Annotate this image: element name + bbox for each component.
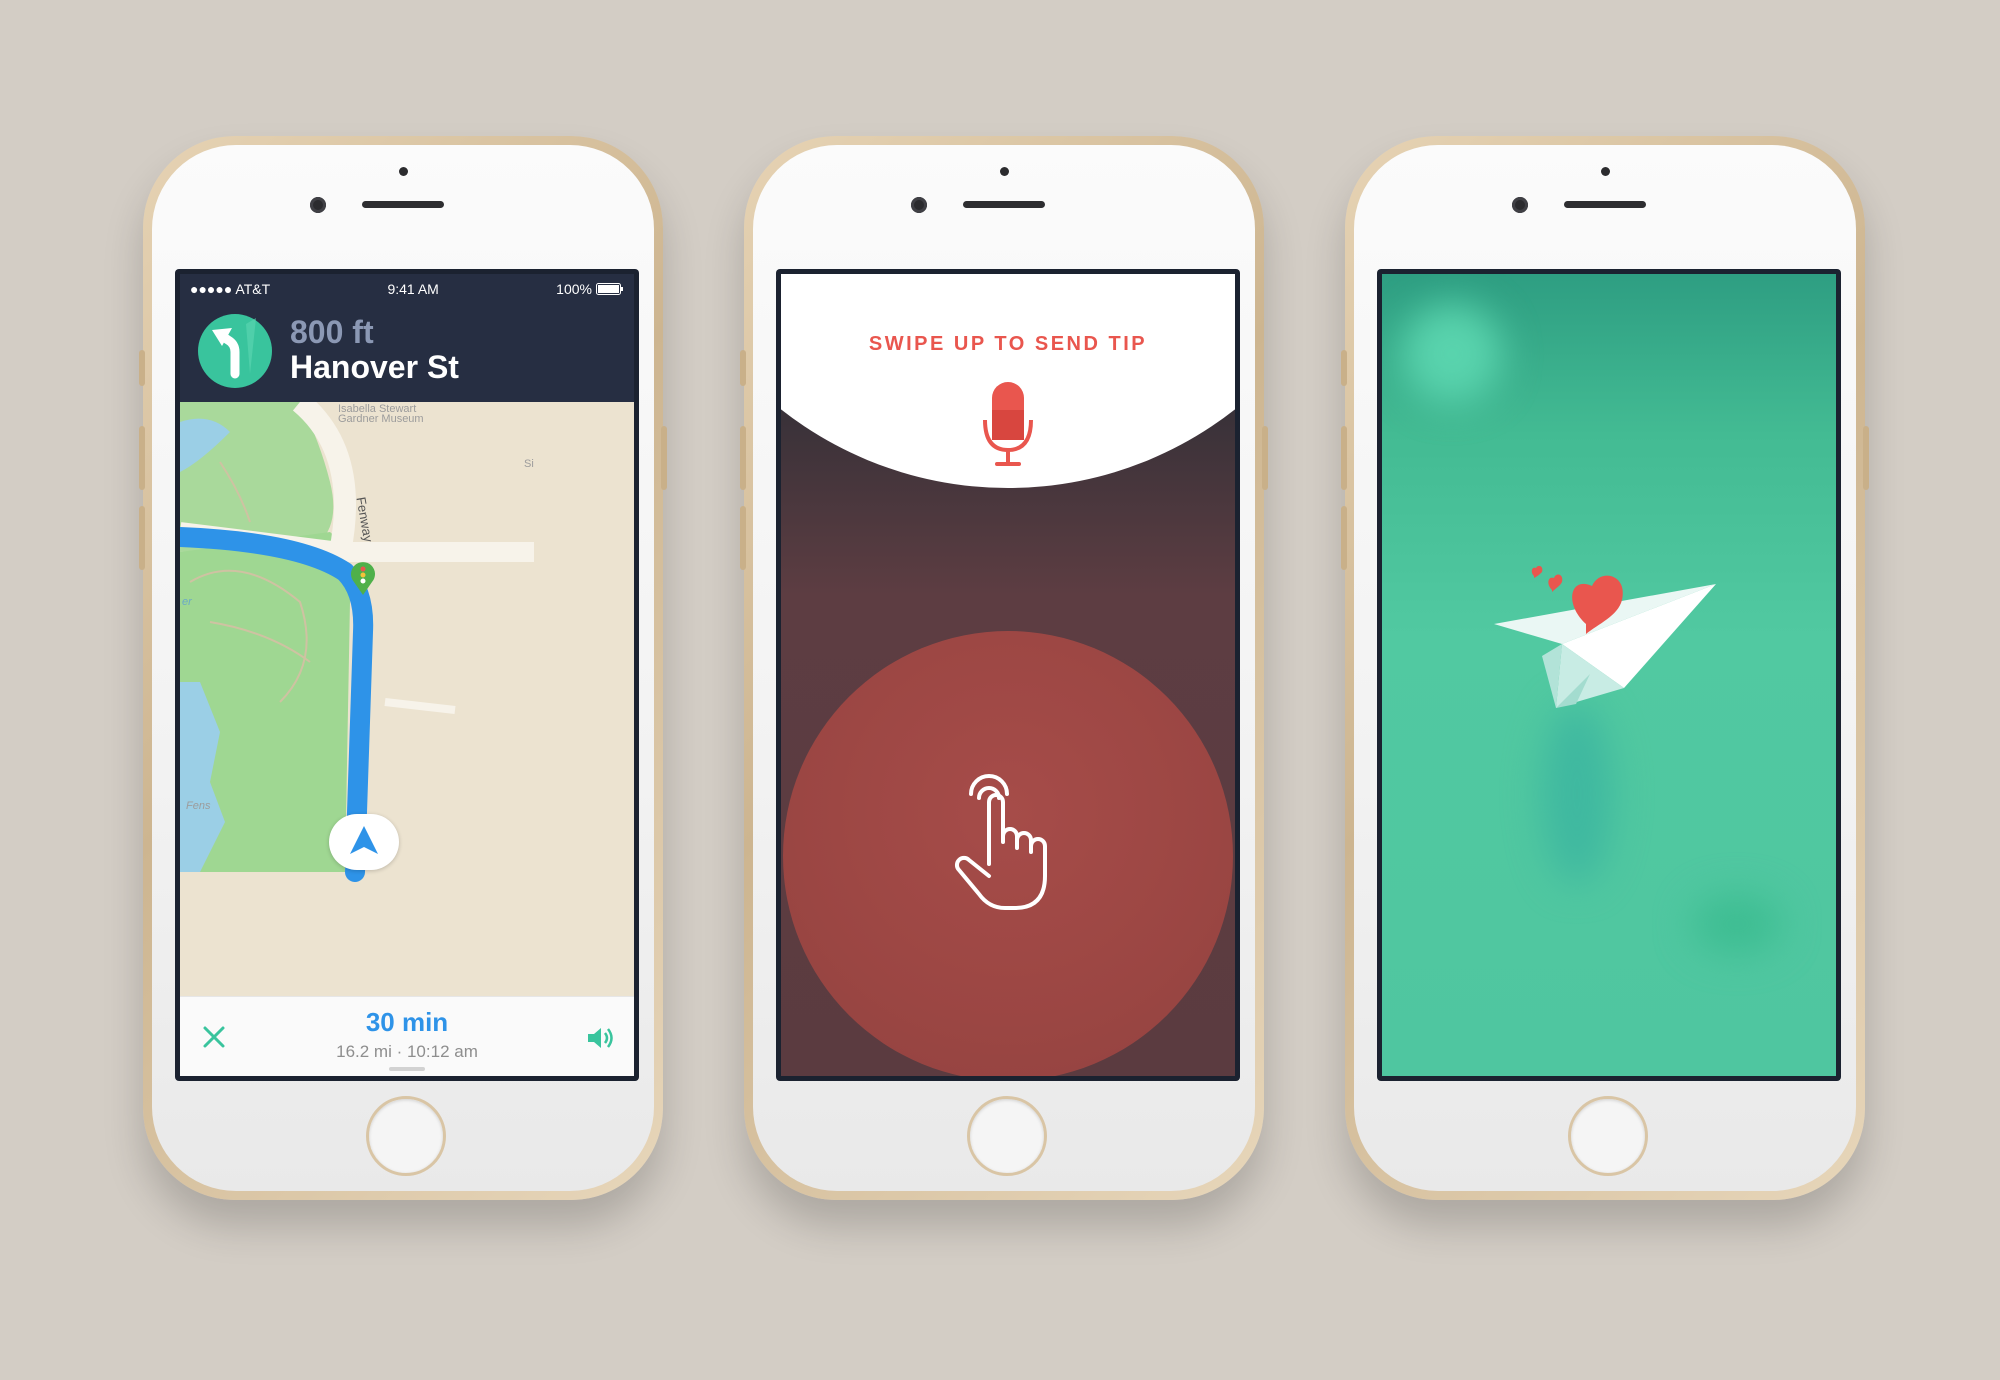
- current-location-arrow-icon: [350, 826, 378, 854]
- front-camera: [310, 197, 326, 213]
- home-button[interactable]: [967, 1096, 1047, 1176]
- power-button: [1863, 426, 1869, 490]
- earpiece-speaker: [362, 201, 444, 208]
- volume-up-button: [1341, 426, 1347, 490]
- trip-footer: 30 min 16.2 mi · 10:12 am: [180, 996, 634, 1076]
- front-camera: [911, 197, 927, 213]
- proximity-sensor: [1601, 167, 1610, 176]
- battery-percent: 100%: [556, 281, 592, 297]
- power-button: [661, 426, 667, 490]
- volume-icon[interactable]: [582, 1021, 616, 1055]
- map-canvas: [180, 402, 534, 882]
- home-button[interactable]: [366, 1096, 446, 1176]
- screen: SWIPE UP TO SEND TIP: [776, 269, 1240, 1081]
- phone-tip: SWIPE UP TO SEND TIP: [740, 136, 1268, 1200]
- eta-details: 16.2 mi · 10:12 am: [336, 1042, 478, 1061]
- map-label-fens: Fens: [186, 800, 211, 812]
- map-label-museum: Isabella Stewart Gardner Museum: [338, 403, 424, 425]
- background-glow: [1542, 704, 1612, 884]
- paper-plane-icon: [1494, 565, 1716, 708]
- swipe-instruction: SWIPE UP TO SEND TIP: [868, 333, 1148, 355]
- volume-down-button: [139, 506, 145, 570]
- mute-switch: [1341, 350, 1347, 386]
- proximity-sensor: [1000, 167, 1009, 176]
- map-label-si: Si: [524, 458, 534, 470]
- status-bar: ●●●●● AT&T 9:41 AM 100%: [180, 274, 634, 304]
- traffic-light-pin-icon: [351, 562, 375, 595]
- location-puck: [329, 814, 399, 870]
- volume-up-button: [139, 426, 145, 490]
- heart-icon: [1548, 574, 1563, 592]
- screen: [1377, 269, 1841, 1081]
- phone-front: [1354, 145, 1856, 1191]
- screen: ●●●●● AT&T 9:41 AM 100% 800 ft Hanover S…: [175, 269, 639, 1081]
- volume-down-button: [1341, 506, 1347, 570]
- volume-up-button: [740, 426, 746, 490]
- mute-switch: [139, 350, 145, 386]
- navigation-screen: ●●●●● AT&T 9:41 AM 100% 800 ft Hanover S…: [180, 274, 634, 1076]
- map-view[interactable]: Isabella Stewart Gardner Museum Fenway Fe…: [180, 402, 634, 996]
- hand-pointer-icon: [954, 774, 1047, 910]
- earpiece-speaker: [1564, 201, 1646, 208]
- volume-down-button: [740, 506, 746, 570]
- background-glow: [1692, 894, 1782, 954]
- phone-front: ●●●●● AT&T 9:41 AM 100% 800 ft Hanover S…: [152, 145, 654, 1191]
- maneuver-distance: 800 ft: [290, 314, 374, 350]
- power-button: [1262, 426, 1268, 490]
- battery-indicator: 100%: [556, 281, 624, 297]
- eta-duration: 30 min: [365, 1007, 449, 1037]
- earpiece-speaker: [963, 201, 1045, 208]
- drag-handle[interactable]: [389, 1067, 425, 1071]
- carrier-label: ●●●●● AT&T: [190, 281, 271, 297]
- map-label-er: er: [182, 596, 192, 608]
- turn-left-arrow-icon: [198, 314, 272, 388]
- background-glow: [1402, 304, 1502, 404]
- status-time: 9:41 AM: [387, 281, 439, 297]
- tip-sent-screen: [1382, 274, 1836, 1076]
- proximity-sensor: [399, 167, 408, 176]
- phone-front: SWIPE UP TO SEND TIP: [753, 145, 1255, 1191]
- home-button[interactable]: [1568, 1096, 1648, 1176]
- microphone-icon[interactable]: [977, 380, 1039, 468]
- phone-navigation: ●●●●● AT&T 9:41 AM 100% 800 ft Hanover S…: [139, 136, 667, 1200]
- maneuver-street: Hanover St: [290, 349, 459, 385]
- maneuver-header: ●●●●● AT&T 9:41 AM 100% 800 ft Hanover S…: [180, 274, 634, 402]
- heart-icon: [1531, 565, 1543, 578]
- front-camera: [1512, 197, 1528, 213]
- phone-tip-sent: [1341, 136, 1869, 1200]
- battery-icon: [595, 283, 623, 295]
- tip-screen: SWIPE UP TO SEND TIP: [781, 274, 1235, 1076]
- mute-switch: [740, 350, 746, 386]
